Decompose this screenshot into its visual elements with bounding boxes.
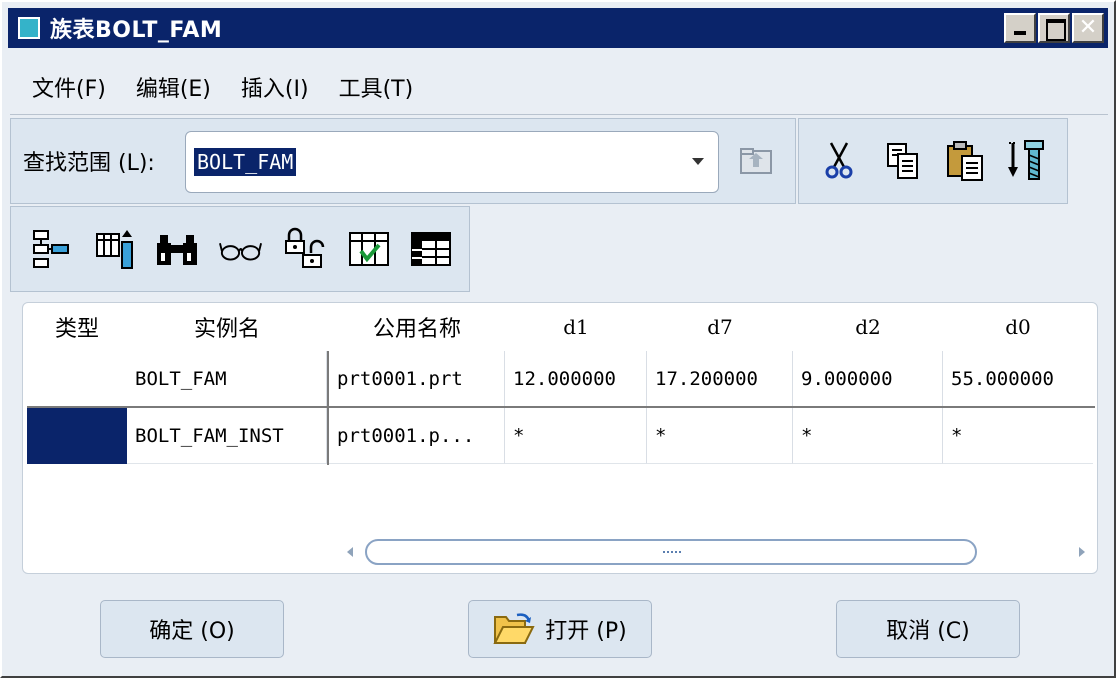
window-title: 族表BOLT_FAM <box>50 18 223 43</box>
row1-d2[interactable]: 9.000000 <box>793 351 943 407</box>
row1-instance-name[interactable]: BOLT_FAM <box>127 351 327 407</box>
lookin-combobox[interactable]: BOLT_FAM <box>185 131 719 193</box>
row2-d2[interactable]: * <box>793 408 943 464</box>
open-button[interactable]: 打开 (P) <box>468 600 652 658</box>
row2-d0[interactable]: * <box>943 408 1093 464</box>
window-controls: ✕ <box>1004 13 1104 43</box>
table-grid-icon <box>411 232 451 266</box>
preview-button[interactable] <box>219 227 263 271</box>
menu-bar: 文件(F) 编辑(E) 插入(I) 工具(T) <box>14 62 413 112</box>
add-column-button[interactable] <box>93 227 137 271</box>
copy-button[interactable] <box>881 139 925 183</box>
row2-type-cell-selected[interactable] <box>27 408 127 464</box>
tree-structure-icon <box>33 230 69 268</box>
cancel-button[interactable]: 取消 (C) <box>836 600 1020 658</box>
maximize-button[interactable] <box>1038 13 1070 43</box>
up-level-button[interactable] <box>739 145 775 177</box>
scissors-icon <box>825 142 853 179</box>
menu-edit[interactable]: 编辑(E) <box>136 71 211 103</box>
paste-icon <box>947 141 983 181</box>
menu-tools[interactable]: 工具(T) <box>339 71 414 103</box>
row2-d7[interactable]: * <box>647 408 793 464</box>
verify-button[interactable] <box>347 227 391 271</box>
header-type[interactable]: 类型 <box>27 303 127 351</box>
menu-insert[interactable]: 插入(I) <box>241 71 309 103</box>
family-table: 类型 实例名 公用名称 d1 d7 d2 d0 BOLT_FAM prt0001… <box>22 302 1098 574</box>
row2-instance-name[interactable]: BOLT_FAM_INST <box>127 408 327 464</box>
window-icon <box>18 17 40 39</box>
close-button[interactable]: ✕ <box>1072 13 1104 43</box>
header-instance-name[interactable]: 实例名 <box>127 303 327 351</box>
scroll-right-icon[interactable] <box>1079 547 1085 557</box>
glasses-icon <box>219 243 263 261</box>
edit-toolbar <box>798 118 1068 204</box>
add-instance-button[interactable] <box>29 227 73 271</box>
menu-separator <box>10 114 1108 115</box>
row1-d0[interactable]: 55.000000 <box>943 351 1093 407</box>
row1-type-cell[interactable] <box>27 351 127 407</box>
bolt-icon <box>1008 140 1044 180</box>
family-table-dialog: 族表BOLT_FAM ✕ 文件(F) 编辑(E) 插入(I) 工具(T) 查找范… <box>0 0 1116 678</box>
row1-d7[interactable]: 17.200000 <box>647 351 793 407</box>
horizontal-scrollbar[interactable] <box>343 537 1095 567</box>
header-d2[interactable]: d2 <box>793 303 943 351</box>
row2-d1[interactable]: * <box>505 408 647 464</box>
lock-unlock-icon <box>285 227 325 268</box>
copy-icon <box>887 143 918 179</box>
cancel-label: 取消 (C) <box>886 619 970 644</box>
lookin-value: BOLT_FAM <box>194 148 297 176</box>
header-common-name[interactable]: 公用名称 <box>329 303 505 351</box>
open-folder-icon <box>493 613 535 644</box>
row1-d1[interactable]: 12.000000 <box>505 351 647 407</box>
binoculars-icon <box>157 235 197 265</box>
title-bar[interactable]: 族表BOLT_FAM ✕ <box>8 8 1108 48</box>
header-d0[interactable]: d0 <box>943 303 1093 351</box>
ok-button[interactable]: 确定 (O) <box>100 600 284 658</box>
row2-common-name[interactable]: prt0001.p... <box>329 408 505 464</box>
insert-column-icon <box>96 230 133 269</box>
header-d7[interactable]: d7 <box>647 303 793 351</box>
paste-button[interactable] <box>943 139 987 183</box>
table-toolbar <box>10 206 470 292</box>
up-folder-icon <box>740 148 772 174</box>
row1-common-name[interactable]: prt0001.prt <box>329 351 505 407</box>
minimize-button[interactable] <box>1004 13 1036 43</box>
lookin-label: 查找范围 (L): <box>23 151 155 176</box>
lock-button[interactable] <box>283 227 327 271</box>
cut-button[interactable] <box>817 139 861 183</box>
lookin-toolbar: 查找范围 (L): BOLT_FAM <box>10 118 796 204</box>
header-d1[interactable]: d1 <box>505 303 647 351</box>
find-button[interactable] <box>155 227 199 271</box>
dropdown-arrow-icon[interactable] <box>692 158 704 165</box>
ok-label: 确定 (O) <box>149 619 235 644</box>
scroll-left-icon[interactable] <box>347 547 353 557</box>
open-label: 打开 (P) <box>545 619 627 644</box>
table-view-button[interactable] <box>409 227 453 271</box>
frozen-column-divider <box>327 351 329 465</box>
family-tree-button[interactable] <box>1005 139 1049 183</box>
menu-file[interactable]: 文件(F) <box>32 71 106 103</box>
grip-icon <box>663 551 681 555</box>
scrollbar-thumb[interactable] <box>365 539 977 565</box>
table-check-icon <box>349 232 389 266</box>
